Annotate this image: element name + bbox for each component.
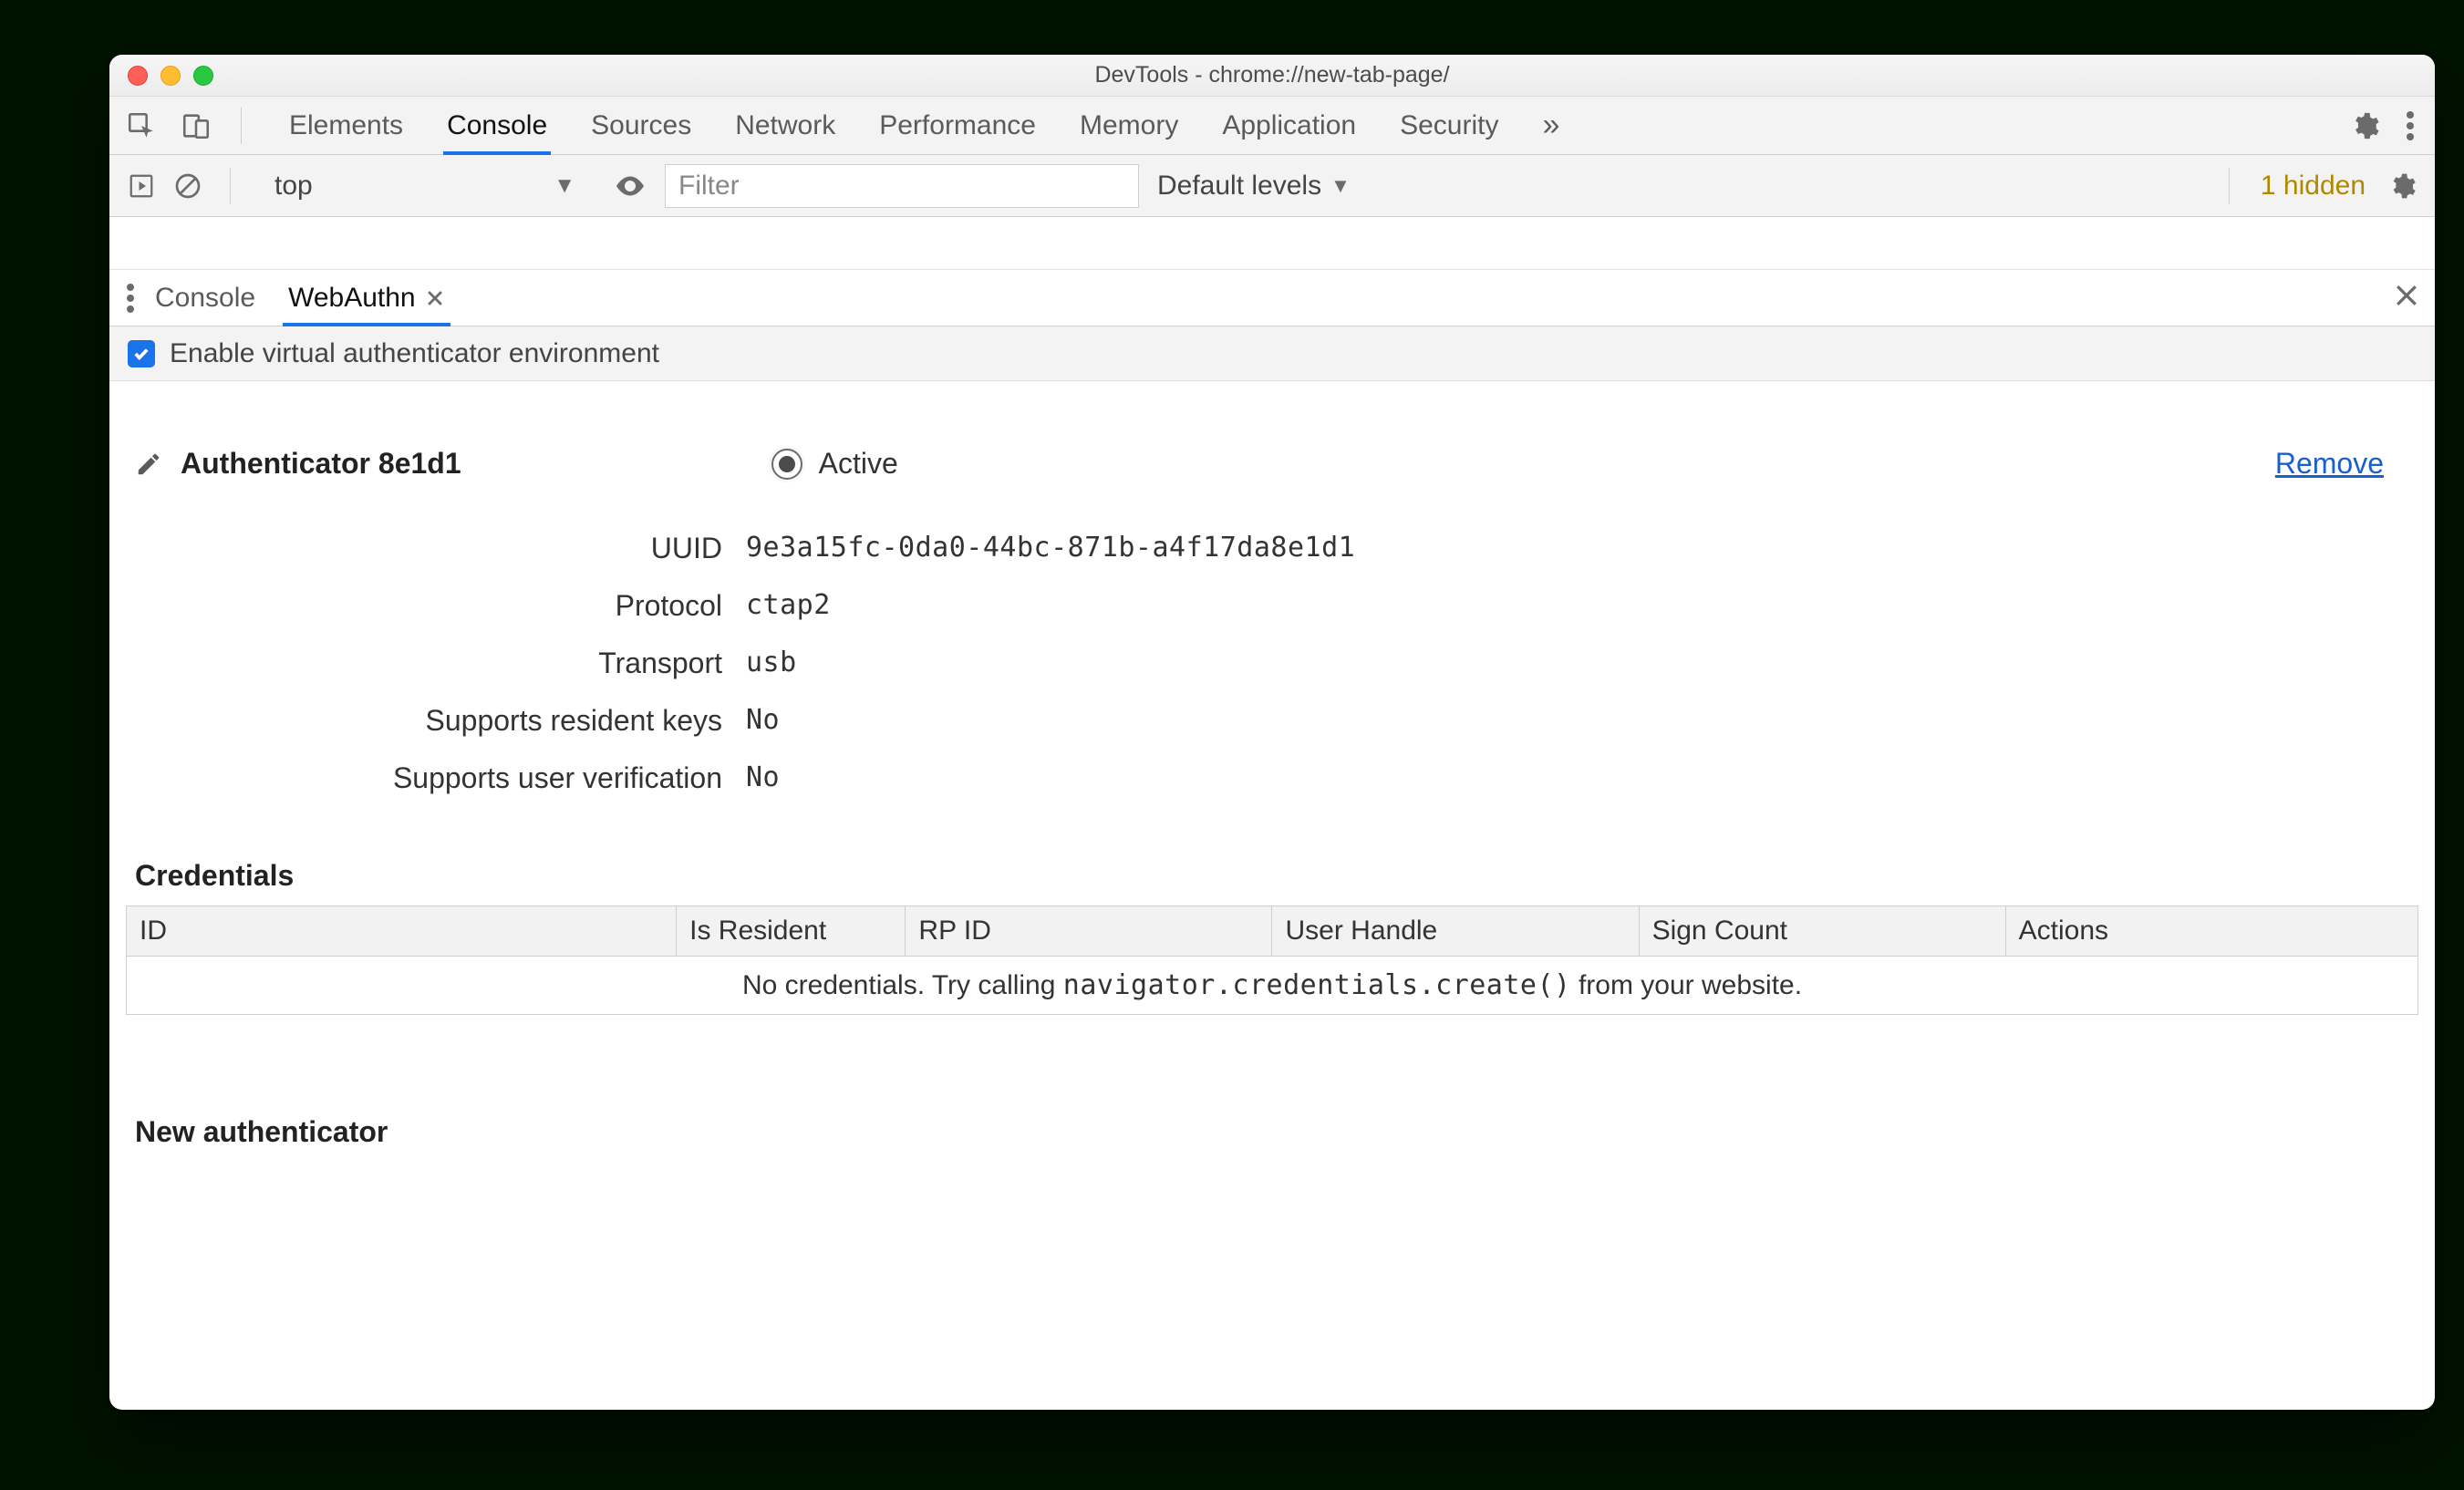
col-actions[interactable]: Actions [2005,906,2417,957]
devtools-window: DevTools - chrome://new-tab-page/ [109,55,2435,1410]
console-toolbar: top ▼ Filter Default levels ▼ 1 hidden [109,155,2435,217]
close-drawer-icon[interactable] [2395,284,2418,307]
tabs-overflow-button[interactable]: » [1542,97,1559,154]
hidden-messages-count[interactable]: 1 hidden [2261,171,2366,202]
tab-sources[interactable]: Sources [591,97,691,154]
tab-network[interactable]: Network [735,97,835,154]
protocol-value: ctap2 [746,589,2409,623]
tab-application[interactable]: Application [1222,97,1356,154]
radio-icon [771,449,802,480]
active-authenticator-radio[interactable]: Active [771,447,898,481]
transport-label: Transport [162,647,746,680]
resident-keys-value: No [746,704,2409,738]
enable-virtual-auth-checkbox[interactable] [128,340,155,367]
drawer-tab-console[interactable]: Console [155,270,255,326]
live-expression-icon[interactable] [614,170,647,202]
enable-virtual-auth-label: Enable virtual authenticator environment [170,338,659,369]
table-row: No credentials. Try calling navigator.cr… [127,957,2418,1015]
credentials-table: ID Is Resident RP ID User Handle Sign Co… [126,905,2418,1015]
drawer-tab-webauthn[interactable]: WebAuthn [288,270,445,326]
new-authenticator-heading: New authenticator [126,1015,2418,1162]
clear-console-icon[interactable] [173,171,202,201]
tab-performance[interactable]: Performance [879,97,1036,154]
chevron-down-icon: ▼ [554,173,575,199]
col-id[interactable]: ID [127,906,677,957]
uuid-label: UUID [162,532,746,565]
authenticator-details: UUID 9e3a15fc-0da0-44bc-871b-a4f17da8e1d… [126,504,2418,813]
context-selector-value: top [274,171,313,202]
col-user-handle[interactable]: User Handle [1272,906,1639,957]
filter-placeholder: Filter [678,171,740,202]
window-title: DevTools - chrome://new-tab-page/ [109,62,2435,88]
edit-name-icon[interactable] [135,450,162,478]
settings-gear-icon[interactable] [2349,110,2380,141]
active-label: Active [819,447,898,481]
titlebar: DevTools - chrome://new-tab-page/ [109,55,2435,97]
webauthn-panel: Authenticator 8e1d1 Active Remove UUID 9… [109,381,2435,1410]
drawer-tab-webauthn-label: WebAuthn [288,283,416,314]
console-settings-gear-icon[interactable] [2387,171,2417,201]
drawer-toolbar: Console WebAuthn [109,270,2435,326]
remove-authenticator-link[interactable]: Remove [2275,447,2384,481]
tab-memory[interactable]: Memory [1080,97,1178,154]
col-is-resident[interactable]: Is Resident [677,906,906,957]
context-selector[interactable]: top ▼ [258,164,595,208]
protocol-label: Protocol [162,589,746,623]
main-tabs: Elements Console Sources Network Perform… [264,97,2329,154]
col-rp-id[interactable]: RP ID [906,906,1272,957]
tab-console[interactable]: Console [447,97,547,154]
transport-value: usb [746,647,2409,680]
inspect-icon[interactable] [126,110,157,141]
table-header-row: ID Is Resident RP ID User Handle Sign Co… [127,906,2418,957]
execution-context-icon[interactable] [128,172,155,200]
console-filter-input[interactable]: Filter [665,164,1139,208]
empty-code: navigator.credentials.create() [1063,969,1571,1001]
user-verification-label: Supports user verification [162,761,746,795]
authenticator-title: Authenticator 8e1d1 [181,447,461,481]
empty-suffix: from your website. [1571,970,1802,1000]
device-toggle-icon[interactable] [181,110,212,141]
tab-security[interactable]: Security [1400,97,1498,154]
drawer-menu-icon[interactable] [126,284,135,313]
tab-elements[interactable]: Elements [289,97,403,154]
empty-prefix: No credentials. Try calling [742,970,1063,1000]
log-levels-label: Default levels [1157,171,1321,202]
log-levels-dropdown[interactable]: Default levels ▼ [1157,171,1351,202]
resident-keys-label: Supports resident keys [162,704,746,738]
col-sign-count[interactable]: Sign Count [1639,906,2005,957]
enable-bar: Enable virtual authenticator environment [109,326,2435,381]
main-toolbar: Elements Console Sources Network Perform… [109,97,2435,155]
chevron-down-icon: ▼ [1330,174,1351,198]
close-tab-icon[interactable] [425,288,445,308]
credentials-heading: Credentials [126,813,2418,905]
main-menu-icon[interactable] [2406,111,2415,140]
user-verification-value: No [746,761,2409,795]
authenticator-header: Authenticator 8e1d1 Active Remove [126,381,2418,504]
credentials-empty-message: No credentials. Try calling navigator.cr… [127,957,2418,1015]
uuid-value: 9e3a15fc-0da0-44bc-871b-a4f17da8e1d1 [746,532,2409,565]
